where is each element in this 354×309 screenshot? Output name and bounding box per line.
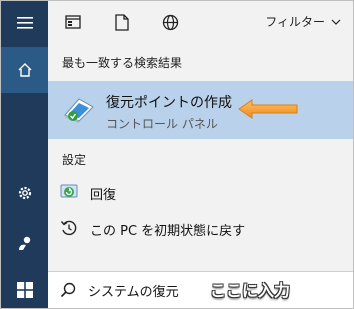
menu-button[interactable] [1,5,48,41]
filter-label: フィルター [265,15,325,29]
settings-heading: 設定 [62,153,87,167]
reset-pc-label: この PC を初期状態に戻す [90,224,246,239]
windows-logo-icon [16,281,33,298]
home-button[interactable] [1,47,48,93]
gear-icon [18,186,31,200]
settings-button[interactable] [1,175,48,211]
settings-item-recovery[interactable]: 回復 [48,178,353,206]
left-rail [1,1,48,271]
best-match-heading: 最も一致する検索結果 [62,56,183,70]
restore-point-icon [64,98,94,123]
search-box[interactable]: システムの復元 ここに入力 [48,271,353,308]
result-title: 復元ポイントの作成 [106,95,232,111]
best-match-result[interactable]: 復元ポイントの作成 コントロール パネル [48,81,353,139]
feedback-icon [18,236,30,250]
search-toolbar: フィルター [48,1,353,43]
recovery-icon [60,184,78,198]
globe-icon [162,14,178,30]
document-icon [115,13,129,31]
home-icon [18,63,31,77]
window-app-icon [65,15,81,29]
annotation-text: ここに入力 [210,281,291,300]
result-subtitle: コントロール パネル [106,117,218,131]
settings-item-reset-pc[interactable]: この PC を初期状態に戻す [48,214,353,242]
documents-filter-button[interactable] [111,11,133,33]
web-filter-button[interactable] [159,11,181,33]
taskbar: システムの復元 ここに入力 [1,271,353,308]
apps-filter-button[interactable] [62,11,84,33]
chevron-down-icon [331,19,341,25]
feedback-button[interactable] [1,225,48,261]
search-icon [60,282,76,298]
start-button[interactable] [1,271,48,308]
filter-dropdown[interactable]: フィルター [265,13,341,30]
reset-pc-icon [60,220,77,236]
hamburger-icon [16,17,33,29]
search-input[interactable]: システムの復元 [88,281,179,300]
results-pane: 最も一致する検索結果 復元ポイントの作成 コントロール パネル 設定 回復 この… [48,43,353,271]
recovery-label: 回復 [90,188,117,203]
orange-arrow-icon [238,99,298,119]
start-search-panel: フィルター 最も一致する検索結果 復元ポイントの作成 コントロール パネル 設定… [0,0,354,309]
